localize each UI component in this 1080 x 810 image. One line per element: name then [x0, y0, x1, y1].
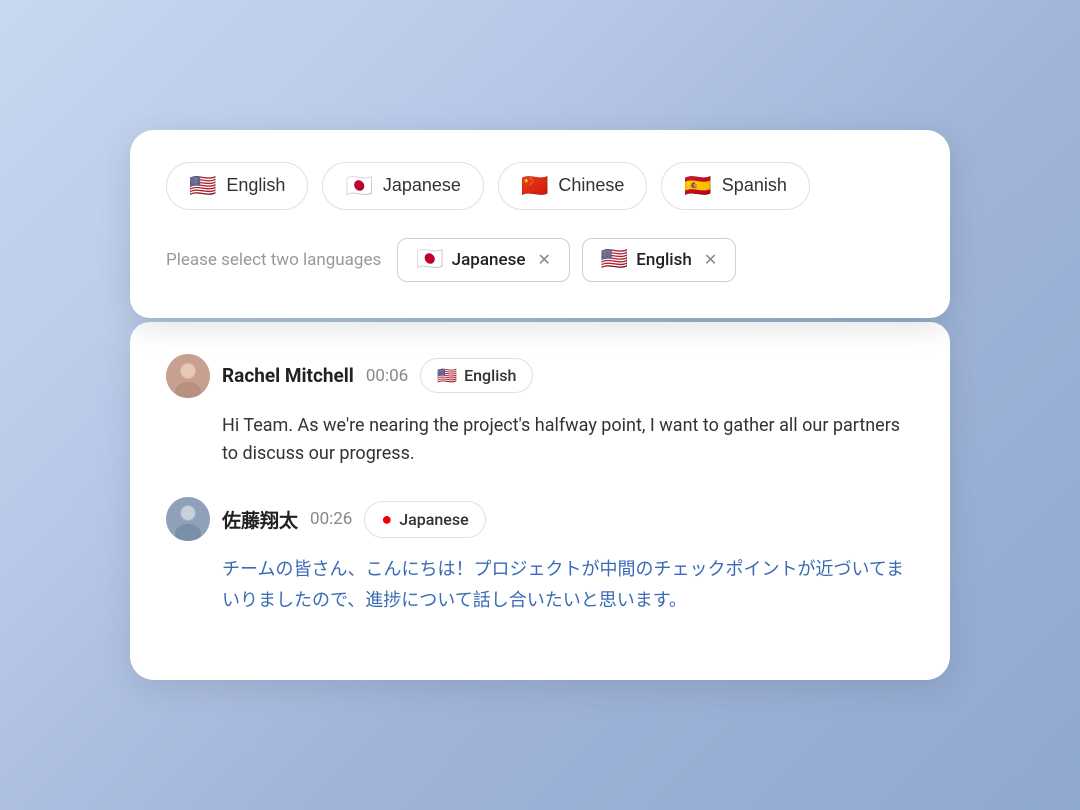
chinese-button[interactable]: 🇨🇳 Chinese [498, 162, 647, 210]
rachel-avatar [166, 354, 210, 398]
chinese-flag-icon: 🇨🇳 [521, 175, 548, 197]
rachel-lang-badge: 🇺🇸 English [420, 358, 533, 393]
selection-row: Please select two languages 🇯🇵 Japanese … [166, 238, 914, 282]
japanese-remove-button[interactable]: ✕ [537, 250, 550, 269]
sato-name: 佐藤翔太 [222, 506, 298, 533]
sato-message-text: チームの皆さん、こんにちは！プロジェクトが中間のチェックポイントが近づいてまいり… [166, 555, 914, 616]
english-selected-label: English [636, 250, 692, 270]
message-block-1: Rachel Mitchell 00:06 🇺🇸 English Hi Team… [166, 354, 914, 470]
japanese-selected-tag: 🇯🇵 Japanese ✕ [397, 238, 570, 282]
japanese-selected-flag-icon: 🇯🇵 [416, 249, 443, 271]
english-remove-button[interactable]: ✕ [704, 250, 717, 269]
english-button[interactable]: 🇺🇸 English [166, 162, 308, 210]
selected-tags: 🇯🇵 Japanese ✕ 🇺🇸 English ✕ [397, 238, 736, 282]
sato-lang-flag-icon: ● [381, 509, 392, 530]
selection-label: Please select two languages [166, 250, 381, 270]
sato-lang-label: Japanese [399, 510, 468, 529]
rachel-name: Rachel Mitchell [222, 364, 354, 387]
rachel-lang-flag-icon: 🇺🇸 [437, 366, 457, 385]
english-flag-icon: 🇺🇸 [189, 175, 216, 197]
chinese-label: Chinese [558, 175, 624, 196]
japanese-label: Japanese [383, 175, 461, 196]
sato-timestamp: 00:26 [310, 509, 352, 529]
rachel-lang-label: English [464, 366, 516, 385]
rachel-message-text: Hi Team. As we're nearing the project's … [166, 412, 914, 470]
sato-avatar [166, 497, 210, 541]
english-label: English [226, 175, 285, 196]
main-container: 🇺🇸 English 🇯🇵 Japanese 🇨🇳 Chinese 🇪🇸 Spa… [130, 130, 950, 681]
japanese-button[interactable]: 🇯🇵 Japanese [322, 162, 483, 210]
japanese-flag-icon: 🇯🇵 [345, 175, 372, 197]
sato-lang-badge: ● Japanese [364, 501, 485, 538]
message-block-2: 佐藤翔太 00:26 ● Japanese チームの皆さん、こんにちは！プロジェ… [166, 497, 914, 616]
english-selected-flag-icon: 🇺🇸 [601, 249, 628, 271]
rachel-timestamp: 00:06 [366, 366, 408, 386]
japanese-selected-label: Japanese [452, 250, 526, 270]
language-buttons-row: 🇺🇸 English 🇯🇵 Japanese 🇨🇳 Chinese 🇪🇸 Spa… [166, 162, 914, 210]
spanish-label: Spanish [722, 175, 787, 196]
english-selected-tag: 🇺🇸 English ✕ [582, 238, 736, 282]
message-header-1: Rachel Mitchell 00:06 🇺🇸 English [166, 354, 914, 398]
spanish-button[interactable]: 🇪🇸 Spanish [661, 162, 809, 210]
message-header-2: 佐藤翔太 00:26 ● Japanese [166, 497, 914, 541]
spanish-flag-icon: 🇪🇸 [684, 175, 711, 197]
chat-card: Rachel Mitchell 00:06 🇺🇸 English Hi Team… [130, 322, 950, 681]
language-card: 🇺🇸 English 🇯🇵 Japanese 🇨🇳 Chinese 🇪🇸 Spa… [130, 130, 950, 318]
